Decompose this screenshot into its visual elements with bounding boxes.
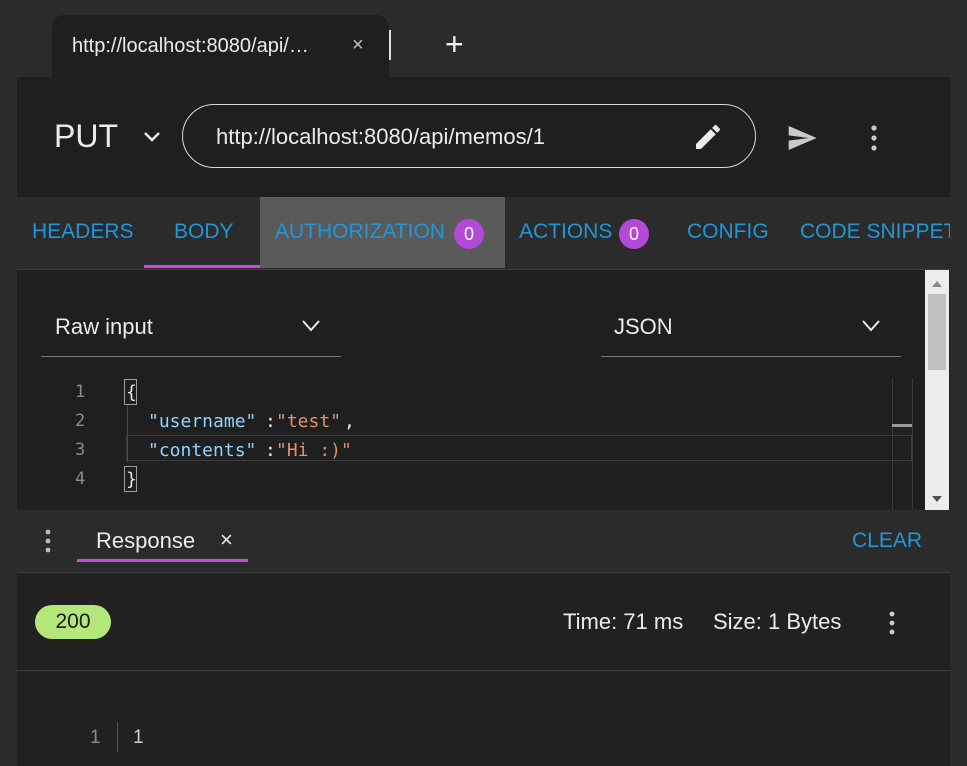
status-badge: 200 xyxy=(35,605,111,639)
line-number: 1 xyxy=(90,727,101,748)
response-body xyxy=(17,671,950,766)
input-type-underline xyxy=(41,356,341,357)
minimap-border xyxy=(912,378,913,510)
code-comma: , xyxy=(344,411,355,432)
more-vert-icon[interactable] xyxy=(882,610,902,643)
scroll-down-icon[interactable] xyxy=(931,490,943,508)
tab-close-icon[interactable]: × xyxy=(352,34,364,57)
code-string[interactable]: "test" xyxy=(276,411,341,432)
response-size: Size: 1 Bytes xyxy=(713,609,842,634)
response-time: Time: 71 ms xyxy=(563,609,684,634)
line-number: 4 xyxy=(75,469,86,489)
clear-button[interactable]: CLEAR xyxy=(852,529,922,553)
method-select[interactable]: PUT xyxy=(54,118,118,155)
code-colon: : xyxy=(265,411,276,432)
response-content[interactable]: 1 xyxy=(133,727,144,749)
scroll-up-icon[interactable] xyxy=(931,275,943,293)
code-open-brace[interactable]: { xyxy=(126,382,137,403)
indent-guide xyxy=(127,404,128,462)
drag-handle-icon[interactable] xyxy=(40,528,56,561)
right-margin xyxy=(950,0,967,766)
line-number: 1 xyxy=(75,382,86,402)
content-type-select[interactable]: JSON xyxy=(614,314,673,340)
code-key[interactable]: "contents" xyxy=(148,440,256,461)
code-close-brace[interactable]: } xyxy=(126,469,137,490)
input-type-select[interactable]: Raw input xyxy=(55,314,153,340)
more-vert-icon[interactable] xyxy=(864,124,884,157)
scrollbar-thumb[interactable] xyxy=(928,294,946,370)
minimap-border xyxy=(892,378,893,510)
response-tab[interactable]: Response xyxy=(96,528,195,554)
tab-config[interactable]: CONFIG xyxy=(687,220,769,244)
body-editor-panel xyxy=(17,270,950,510)
tab-actions[interactable]: ACTIONS xyxy=(519,220,612,244)
left-margin xyxy=(0,77,17,766)
close-icon[interactable]: × xyxy=(220,527,233,553)
code-string[interactable]: "Hi :)" xyxy=(276,440,352,461)
tab-code-snippet[interactable]: CODE SNIPPET xyxy=(800,220,950,244)
minimap-cursor-marker xyxy=(892,424,912,427)
authorization-count-badge: 0 xyxy=(454,219,484,249)
tab-divider xyxy=(389,30,391,60)
active-tab-indicator xyxy=(144,265,260,268)
code-colon: : xyxy=(265,440,276,461)
line-number: 3 xyxy=(75,440,86,460)
send-icon[interactable] xyxy=(784,122,820,159)
new-tab-icon[interactable]: + xyxy=(445,28,464,60)
content-type-underline xyxy=(601,356,901,357)
gutter-divider xyxy=(117,722,118,752)
chevron-down-icon[interactable] xyxy=(859,314,883,343)
line-number: 2 xyxy=(75,411,86,431)
code-key[interactable]: "username" xyxy=(148,411,256,432)
url-text[interactable]: http://localhost:8080/api/memos/1 xyxy=(216,124,545,150)
chevron-down-icon[interactable] xyxy=(140,125,164,154)
tab-headers[interactable]: HEADERS xyxy=(32,220,134,244)
tab-body[interactable]: BODY xyxy=(174,220,234,244)
actions-count-badge: 0 xyxy=(619,219,649,249)
tab-authorization[interactable]: AUTHORIZATION xyxy=(275,220,445,244)
response-tab-indicator xyxy=(77,559,248,562)
chevron-down-icon[interactable] xyxy=(299,314,323,343)
browser-tab-title[interactable]: http://localhost:8080/api/… xyxy=(72,35,309,58)
pencil-icon[interactable] xyxy=(692,121,724,158)
